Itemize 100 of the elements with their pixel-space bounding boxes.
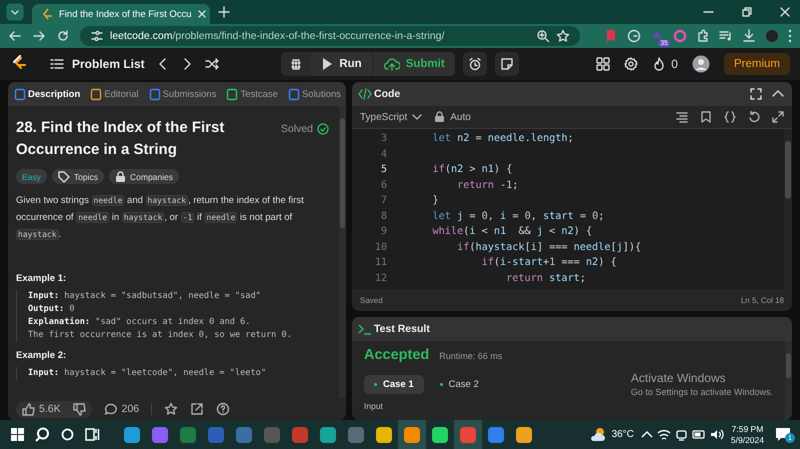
speaker-icon[interactable] [710, 428, 724, 441]
download-icon[interactable] [742, 29, 756, 43]
cursor-position: Ln 5, Col 18 [740, 296, 784, 304]
runtime-text: Runtime: 66 ms [439, 351, 502, 361]
line-number: 8 [380, 210, 387, 222]
line-number: 10 [374, 242, 387, 253]
scrollbar[interactable] [784, 129, 792, 289]
lock-icon [434, 111, 446, 123]
puzzle-icon[interactable] [696, 29, 710, 43]
star-icon[interactable] [164, 402, 178, 416]
star-icon[interactable] [556, 29, 570, 43]
example-line: The first occurrence is at index 0, so we return 0. [28, 329, 293, 342]
wifi-icon[interactable] [656, 428, 671, 441]
settings-icon[interactable] [624, 57, 638, 71]
code-line: let n2 = needle.length; [432, 133, 574, 144]
grid-icon[interactable] [596, 57, 610, 71]
app-icon[interactable] [123, 426, 141, 444]
save-status: Saved [360, 296, 383, 304]
braces-icon[interactable] [724, 111, 736, 123]
site-info-icon[interactable] [90, 29, 104, 43]
line-number: 11 [374, 257, 387, 268]
playlist-icon[interactable] [719, 29, 733, 43]
panel-tab[interactable]: Testcase [224, 88, 280, 100]
app-icon[interactable] [431, 426, 449, 444]
weather-widget[interactable]: 36°C [588, 426, 634, 443]
lock-icon [115, 170, 126, 182]
search-icon[interactable] [35, 427, 50, 442]
submit-button[interactable]: Submit [374, 52, 455, 76]
auto-mode-toggle[interactable]: Auto [434, 111, 471, 123]
note-button[interactable] [494, 52, 519, 76]
menu-icon[interactable] [788, 29, 792, 43]
bookmark-icon[interactable] [700, 111, 712, 123]
reset-icon[interactable] [748, 111, 760, 123]
comments-button[interactable]: 206 [104, 402, 140, 416]
panel-tab[interactable]: Submissions [146, 88, 218, 100]
companies-tag[interactable]: Companies [109, 169, 179, 184]
panel-tab[interactable]: Description [12, 88, 82, 100]
expand-icon[interactable] [772, 111, 784, 123]
language-dropdown[interactable]: TypeScript [360, 112, 422, 122]
panel-tab[interactable]: Editorial [88, 88, 141, 100]
plus-icon[interactable] [218, 6, 230, 18]
thumbs-down-icon [72, 402, 86, 416]
forward-icon[interactable] [32, 29, 46, 43]
tab-list-icon[interactable] [6, 3, 24, 21]
app-icon[interactable] [319, 426, 337, 444]
code-line: return start; [505, 272, 586, 284]
fullscreen-icon[interactable] [750, 88, 762, 100]
line-number: 12 [374, 272, 387, 284]
reload-icon[interactable] [56, 29, 70, 43]
app-icon[interactable] [515, 426, 533, 444]
difficulty-badge: Easy [16, 169, 47, 184]
restore-icon[interactable] [742, 7, 752, 17]
problem-list-button[interactable]: Problem List [50, 57, 145, 71]
avatar-icon[interactable] [692, 55, 710, 73]
task-view-icon[interactable] [85, 427, 100, 442]
scrollbar[interactable] [785, 341, 792, 420]
address-field[interactable]: leetcode.com/problems/find-the-index-of-the-first-occurrence-in-a-string/ [80, 26, 580, 46]
circle-icon[interactable] [60, 427, 75, 442]
shuffle-icon[interactable] [204, 57, 219, 71]
app-icon[interactable] [151, 426, 169, 444]
close-icon[interactable] [780, 7, 790, 17]
app-icon[interactable] [375, 426, 393, 444]
verdict-text: Accepted [364, 347, 430, 363]
line-number: 9 [380, 226, 387, 238]
play-icon [321, 57, 334, 71]
zoom-icon[interactable] [536, 29, 550, 43]
code-icon [358, 88, 372, 100]
code-line: while(i < n1 && j < n2) { [432, 226, 592, 238]
streak-counter[interactable]: 0 [652, 57, 678, 71]
line-number: 3 [380, 133, 387, 144]
line-number: 7 [380, 195, 387, 206]
site-icon [40, 7, 54, 21]
back-icon[interactable] [8, 29, 22, 43]
taskbar-button[interactable] [398, 420, 426, 449]
input-label: Input [364, 401, 384, 411]
browser-tab[interactable]: Find the Index of the First Occu [32, 4, 210, 24]
alarm-button[interactable] [462, 52, 487, 76]
profile-avatar-icon[interactable] [765, 29, 779, 43]
clock[interactable]: 7:59 PM 5/9/2024 [730, 424, 764, 446]
app-icon[interactable] [487, 426, 505, 444]
case-tab[interactable]: Case 1 [364, 374, 424, 394]
app-icon[interactable] [403, 426, 421, 444]
close-icon[interactable] [196, 9, 207, 19]
start-icon[interactable] [10, 427, 25, 442]
help-icon[interactable] [216, 402, 230, 416]
case-tab[interactable]: Case 2 [430, 374, 489, 394]
premium-button[interactable]: Premium [724, 53, 790, 75]
run-button[interactable]: Run [311, 52, 372, 76]
share-icon[interactable] [190, 402, 204, 416]
chevron-up-icon[interactable] [640, 430, 653, 439]
panel-title: Code [374, 88, 400, 100]
note-icon [500, 57, 514, 71]
panel-tab[interactable]: Solutions [286, 88, 344, 100]
topics-tag[interactable]: Topics [52, 169, 104, 184]
battery-icon[interactable] [692, 428, 706, 441]
scrollbar[interactable] [339, 106, 346, 398]
format-icon[interactable] [676, 111, 688, 123]
cloud-sun-icon [588, 426, 607, 443]
check-circle-icon [317, 123, 329, 135]
solved-status: Solved [280, 123, 329, 135]
